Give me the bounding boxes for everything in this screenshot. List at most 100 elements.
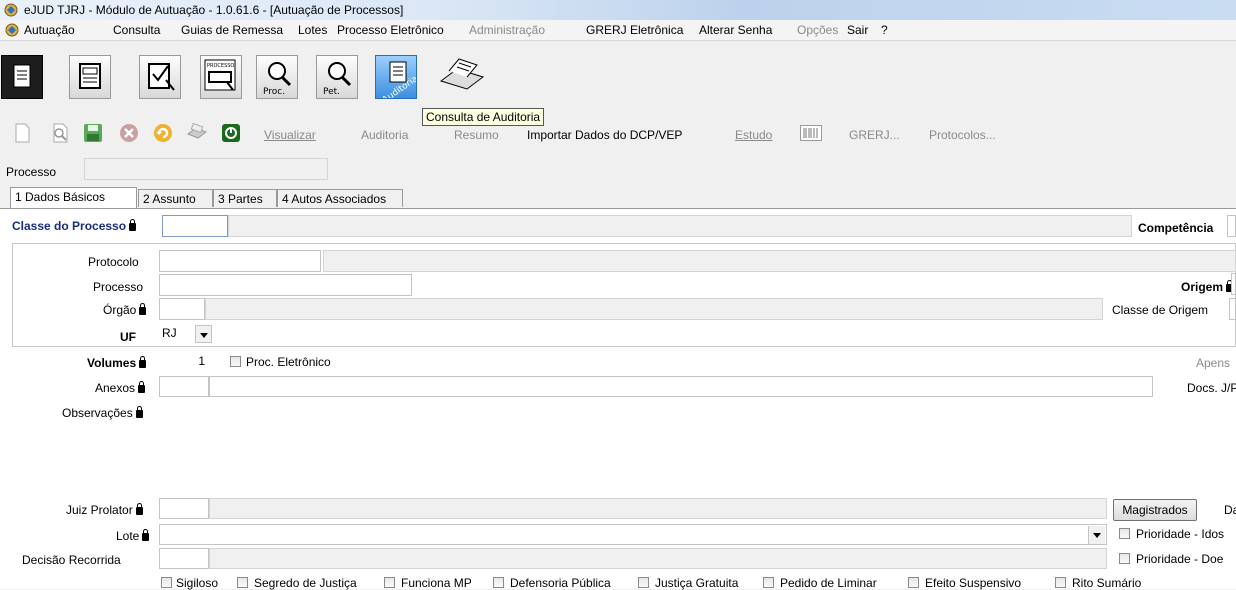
- volumes-label: Volumes: [87, 356, 147, 370]
- segredo-de-justica-label: Segredo de Justiça: [254, 576, 357, 590]
- rito-sumario-label: Rito Sumário: [1072, 576, 1142, 590]
- origem-label: Origem: [1181, 280, 1234, 294]
- classe-de-origem-input[interactable]: [1229, 298, 1236, 320]
- orgao-codigo-input[interactable]: [159, 298, 205, 320]
- barcode-icon[interactable]: [800, 125, 822, 141]
- lote-select[interactable]: [159, 524, 1107, 545]
- protocolo-input[interactable]: [159, 250, 321, 272]
- classe-codigo-input[interactable]: [162, 215, 228, 237]
- visualizar-button[interactable]: Visualizar: [264, 128, 316, 142]
- processo-search-field[interactable]: [84, 158, 328, 180]
- tab-dados-basicos[interactable]: 1 Dados Básicos: [10, 187, 137, 208]
- justica-gratuita-checkbox[interactable]: [638, 577, 649, 588]
- menu-processo-eletronico[interactable]: Processo Eletrônico: [337, 23, 444, 37]
- decisao-recorrida-label: Decisão Recorrida: [22, 553, 121, 567]
- lock-icon: [142, 529, 150, 541]
- menu-help[interactable]: ?: [881, 23, 888, 37]
- importar-dados-button[interactable]: Importar Dados do DCP/VEP: [527, 128, 682, 142]
- menu-bar: Autuação Consulta Guias de Remessa Lotes…: [0, 20, 1236, 41]
- segredo-de-justica-checkbox[interactable]: [237, 577, 248, 588]
- juiz-codigo-input[interactable]: [159, 498, 209, 519]
- menu-grerj-eletronica[interactable]: GRERJ Eletrônica: [586, 23, 683, 37]
- scanner-icon: [439, 58, 485, 90]
- orgao-descricao-field: [205, 298, 1103, 320]
- menu-guias-de-remessa[interactable]: Guias de Remessa: [181, 23, 283, 37]
- search-pet-button[interactable]: Pet.: [316, 55, 358, 99]
- processo-input[interactable]: [159, 274, 412, 296]
- juiz-prolator-label: Juiz Prolator: [66, 503, 143, 517]
- open-document-button[interactable]: [69, 55, 111, 99]
- lock-icon: [138, 381, 146, 393]
- prioridade-idoso-checkbox[interactable]: [1119, 528, 1130, 539]
- orgao-label: Órgão: [103, 303, 147, 317]
- protocolo-label: Protocolo: [88, 255, 139, 269]
- lock-icon: [139, 303, 147, 315]
- processo-button[interactable]: PROCESSO: [200, 55, 242, 99]
- new-document-button[interactable]: [1, 55, 43, 99]
- auditoria-button[interactable]: Auditoria: [375, 55, 420, 106]
- observacoes-textarea[interactable]: [159, 400, 1236, 495]
- efeito-suspensivo-checkbox[interactable]: [908, 577, 919, 588]
- print-icon[interactable]: [186, 122, 208, 144]
- scanner-button[interactable]: [437, 55, 485, 99]
- uf-select[interactable]: RJ: [159, 323, 216, 344]
- proc-eletronico-label: Proc. Eletrônico: [246, 355, 331, 369]
- search-proc-button[interactable]: Proc.: [256, 55, 298, 99]
- cancel-icon[interactable]: [118, 122, 140, 144]
- funciona-mp-checkbox[interactable]: [384, 577, 395, 588]
- funciona-mp-label: Funciona MP: [401, 576, 472, 590]
- protocolos-button[interactable]: Protocolos...: [929, 128, 996, 142]
- prioridade-doenca-label: Prioridade - Doe: [1136, 552, 1224, 566]
- rito-sumario-checkbox[interactable]: [1055, 577, 1066, 588]
- justica-gratuita-label: Justiça Gratuita: [655, 576, 739, 590]
- competencia-input[interactable]: [1227, 215, 1236, 237]
- dropdown-arrow-icon[interactable]: [195, 325, 212, 343]
- lote-label: Lote: [116, 529, 150, 543]
- power-icon[interactable]: [220, 122, 242, 144]
- undo-icon[interactable]: [152, 122, 174, 144]
- resumo-button[interactable]: Resumo: [454, 128, 499, 142]
- save-icon[interactable]: [82, 122, 104, 144]
- processo-label: Processo: [6, 165, 57, 179]
- defensoria-publica-label: Defensoria Pública: [510, 576, 611, 590]
- tab-partes[interactable]: 3 Partes: [213, 189, 277, 207]
- menu-autuacao[interactable]: Autuação: [24, 23, 75, 37]
- edit-document-icon: [148, 63, 175, 91]
- estudo-button[interactable]: Estudo: [735, 128, 772, 142]
- sigiloso-checkbox[interactable]: [161, 577, 172, 588]
- tab-assunto[interactable]: 2 Assunto: [138, 189, 213, 207]
- origem-input[interactable]: [1231, 273, 1236, 295]
- menu-lotes[interactable]: Lotes: [298, 23, 327, 37]
- anexos-descricao-input[interactable]: [209, 376, 1153, 397]
- menu-sair[interactable]: Sair: [847, 23, 868, 37]
- tab-autos-associados[interactable]: 4 Autos Associados: [277, 189, 403, 207]
- efeito-suspensivo-label: Efeito Suspensivo: [925, 576, 1022, 590]
- menu-consulta[interactable]: Consulta: [113, 23, 160, 37]
- defensoria-publica-checkbox[interactable]: [493, 577, 504, 588]
- title-bar: eJUD TJRJ - Módulo de Autuação - 1.0.61.…: [0, 0, 1236, 20]
- app-icon: [5, 23, 19, 37]
- anexos-codigo-input[interactable]: [159, 376, 209, 397]
- classe-descricao-field: [228, 215, 1132, 237]
- prioridade-doenca-checkbox[interactable]: [1119, 553, 1130, 564]
- decisao-codigo-input[interactable]: [159, 548, 209, 569]
- search-file-icon[interactable]: [49, 122, 71, 144]
- menu-opcoes[interactable]: Opções: [797, 23, 838, 37]
- menu-alterar-senha[interactable]: Alterar Senha: [699, 23, 772, 37]
- volumes-input[interactable]: 1: [159, 351, 209, 372]
- pedido-de-liminar-label: Pedido de Liminar: [780, 576, 877, 590]
- pet-label: Pet.: [323, 87, 340, 97]
- grerj-button[interactable]: GRERJ...: [849, 128, 900, 142]
- lock-icon: [129, 219, 137, 231]
- anexos-label: Anexos: [95, 381, 146, 395]
- edit-document-button[interactable]: [139, 55, 181, 99]
- pedido-de-liminar-checkbox[interactable]: [763, 577, 774, 588]
- magistrados-button[interactable]: Magistrados: [1113, 499, 1197, 521]
- dropdown-arrow-icon[interactable]: [1088, 526, 1105, 544]
- new-file-icon[interactable]: [11, 122, 33, 144]
- search-proc-icon: Proc.: [263, 62, 292, 97]
- menu-administracao[interactable]: Administração: [469, 23, 545, 37]
- juiz-nome-field: [209, 498, 1107, 519]
- auditoria-text-button[interactable]: Auditoria: [361, 128, 408, 142]
- proc-eletronico-checkbox[interactable]: [230, 356, 241, 367]
